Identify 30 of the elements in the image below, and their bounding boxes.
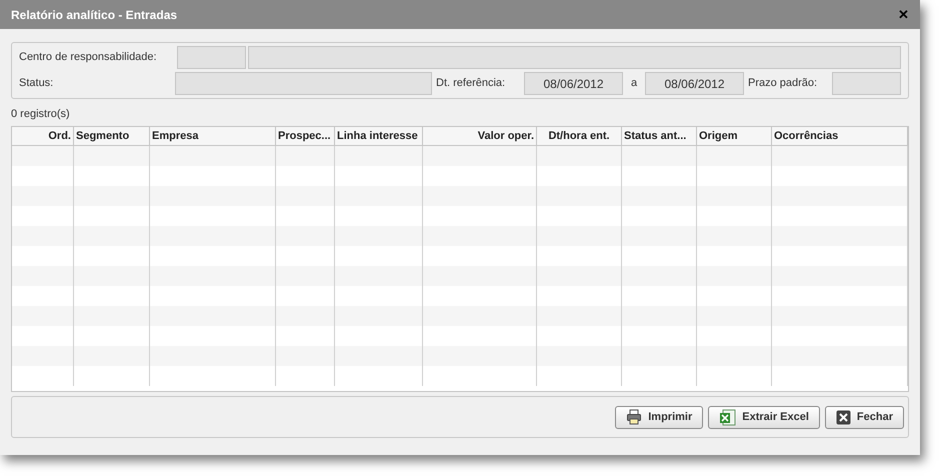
date-field[interactable]: 08/06/2012 (524, 72, 623, 95)
close-icon (836, 410, 851, 424)
field-label: Status: (19, 76, 54, 92)
action-button[interactable]: Extrair Excel (708, 406, 820, 428)
record-count: 0 registro(s) (11, 106, 71, 122)
column-header[interactable]: Origem (697, 127, 772, 145)
field-label: Centro de responsabilidade: (19, 50, 158, 66)
column-header[interactable]: Segmento (74, 127, 150, 145)
column-header[interactable]: Ord. (12, 127, 74, 145)
input-field[interactable] (248, 46, 901, 69)
column-header[interactable]: Prospec... (276, 127, 335, 145)
action-button[interactable]: Imprimir (615, 406, 704, 428)
column-header[interactable]: Ocorrências (772, 127, 908, 145)
spreadsheet-icon (719, 408, 736, 426)
date-field[interactable]: 08/06/2012 (645, 72, 744, 95)
column-header[interactable]: Dt/hora ent. (537, 127, 622, 145)
column-header[interactable]: Empresa (150, 127, 276, 145)
close-button[interactable]: ✕ (898, 4, 909, 24)
input-field[interactable] (832, 72, 901, 95)
window-title: Relatório analítico - Entradas (11, 6, 178, 24)
field-label: Dt. referência: (435, 76, 506, 92)
column-header[interactable]: Status ant... (622, 127, 697, 145)
column-header[interactable]: Valor oper. (423, 127, 537, 145)
action-button[interactable]: Fechar (824, 406, 904, 428)
date-separator: a (630, 76, 638, 92)
input-field[interactable] (177, 46, 246, 69)
printer-icon (626, 409, 642, 425)
input-field[interactable] (175, 72, 432, 95)
column-header[interactable]: Linha interesse (335, 127, 423, 145)
field-label: Prazo padrão: (747, 76, 818, 92)
